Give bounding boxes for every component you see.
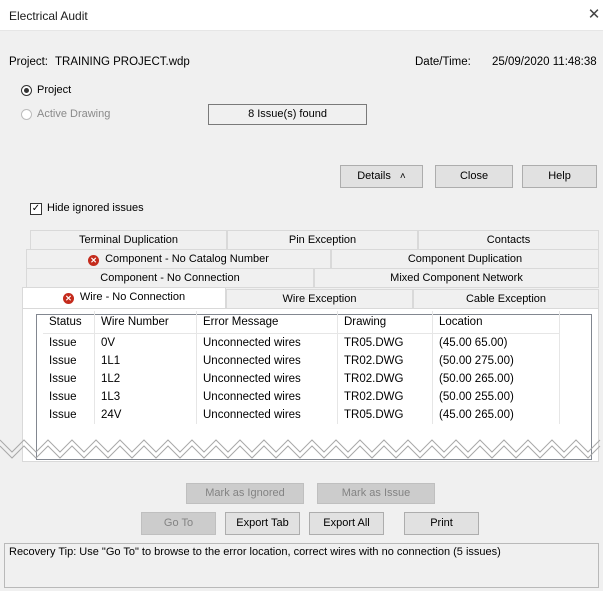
project-name: TRAINING PROJECT.wdp (55, 56, 190, 68)
tab-mixed-component-network[interactable]: Mixed Component Network (314, 268, 599, 288)
cell-wire-number: 1L1 (94, 352, 197, 370)
project-radio[interactable] (21, 85, 32, 96)
mark-as-issue-label: Mark as Issue (341, 487, 411, 499)
tab-label: Component Duplication (407, 253, 523, 265)
cell-location: (50.00 265.00) (432, 370, 560, 388)
export-tab-label: Export Tab (236, 517, 289, 529)
torn-edge-decoration (0, 439, 601, 459)
cell-location: (45.00 65.00) (432, 333, 560, 352)
print-button[interactable]: Print (404, 512, 479, 535)
tab-contacts[interactable]: Contacts (418, 230, 599, 250)
issues-found-box: 8 Issue(s) found (208, 104, 367, 125)
cell-location: (50.00 275.00) (432, 352, 560, 370)
active-drawing-radio[interactable] (21, 109, 32, 120)
cell-drawing: TR05.DWG (337, 333, 433, 352)
tab-label: Component - No Connection (100, 272, 240, 284)
column-header-status[interactable]: Status (43, 311, 95, 334)
tab-label: Component - No Catalog Number (105, 253, 269, 265)
go-to-label: Go To (163, 517, 194, 529)
column-header-drawing[interactable]: Drawing (337, 311, 433, 334)
cell-status: Issue (43, 333, 95, 352)
mark-as-ignored-button[interactable]: Mark as Ignored (186, 483, 304, 504)
tab-wire-exception[interactable]: Wire Exception (226, 289, 413, 309)
table-row[interactable]: Issue 0V Unconnected wires TR05.DWG (45.… (43, 333, 560, 352)
datetime-label: Date/Time: (415, 56, 471, 68)
cell-status: Issue (43, 352, 95, 370)
recovery-tip-box: Recovery Tip: Use "Go To" to browse to t… (4, 543, 599, 588)
cell-wire-number: 0V (94, 333, 197, 352)
close-button[interactable]: Close (435, 165, 513, 188)
export-all-button[interactable]: Export All (309, 512, 384, 535)
issues-found-text: 8 Issue(s) found (248, 108, 327, 120)
print-label: Print (430, 517, 453, 529)
error-icon: ✕ (88, 255, 100, 266)
error-icon: ✕ (62, 293, 74, 304)
mark-as-issue-button[interactable]: Mark as Issue (317, 483, 435, 504)
cell-error-message: Unconnected wires (196, 406, 338, 424)
table-row[interactable]: Issue 1L3 Unconnected wires TR02.DWG (50… (43, 388, 560, 406)
mark-as-ignored-label: Mark as Ignored (205, 487, 285, 499)
issues-table: Status Wire Number Error Message Drawing… (43, 311, 560, 424)
chevron-double-up-icon: ˄ (399, 171, 406, 182)
cell-drawing: TR02.DWG (337, 370, 433, 388)
window-title: Electrical Audit (9, 9, 88, 23)
cell-location: (50.00 255.00) (432, 388, 560, 406)
active-drawing-radio-label: Active Drawing (37, 108, 111, 120)
tab-wire-no-connection[interactable]: ✕ Wire - No Connection (22, 287, 226, 309)
tab-label: Terminal Duplication (78, 234, 179, 246)
cell-error-message: Unconnected wires (196, 333, 338, 352)
details-label: Details (357, 170, 391, 182)
cell-error-message: Unconnected wires (196, 370, 338, 388)
hide-ignored-label: Hide ignored issues (47, 202, 144, 214)
tab-component-no-catalog-number[interactable]: ✕ Component - No Catalog Number (26, 249, 331, 269)
help-button[interactable]: Help (522, 165, 597, 188)
tab-label: Mixed Component Network (390, 272, 523, 284)
export-tab-button[interactable]: Export Tab (225, 512, 300, 535)
close-label: Close (459, 170, 489, 182)
project-label: Project: (9, 56, 48, 68)
datetime-value: 25/09/2020 11:48:38 (492, 56, 597, 68)
cell-location: (45.00 265.00) (432, 406, 560, 424)
cell-status: Issue (43, 388, 95, 406)
tab-label: Contacts (486, 234, 531, 246)
tab-label: Wire - No Connection (79, 291, 186, 303)
cell-drawing: TR05.DWG (337, 406, 433, 424)
hide-ignored-checkbox[interactable]: ✓ (30, 203, 42, 215)
table-row[interactable]: Issue 1L1 Unconnected wires TR02.DWG (50… (43, 352, 560, 370)
close-icon[interactable]: ✕ (585, 5, 603, 25)
tab-pin-exception[interactable]: Pin Exception (227, 230, 418, 250)
cell-wire-number: 24V (94, 406, 197, 424)
column-header-wire-number[interactable]: Wire Number (94, 311, 197, 334)
recovery-tip-text: Recovery Tip: Use "Go To" to browse to t… (9, 546, 501, 558)
tab-label: Cable Exception (465, 293, 547, 305)
cell-wire-number: 1L3 (94, 388, 197, 406)
tab-cable-exception[interactable]: Cable Exception (413, 289, 599, 309)
export-all-label: Export All (323, 517, 370, 529)
details-button[interactable]: Details ˄ (340, 165, 423, 188)
table-row[interactable]: Issue 1L2 Unconnected wires TR02.DWG (50… (43, 370, 560, 388)
title-bar: Electrical Audit ✕ (0, 0, 603, 31)
tab-label: Wire Exception (282, 293, 357, 305)
cell-drawing: TR02.DWG (337, 352, 433, 370)
column-header-location[interactable]: Location (432, 311, 560, 334)
table-header: Status Wire Number Error Message Drawing… (43, 311, 560, 334)
cell-status: Issue (43, 406, 95, 424)
go-to-button[interactable]: Go To (141, 512, 216, 535)
cell-error-message: Unconnected wires (196, 352, 338, 370)
project-radio-label: Project (37, 84, 72, 96)
tab-component-duplication[interactable]: Component Duplication (331, 249, 599, 269)
cell-error-message: Unconnected wires (196, 388, 338, 406)
cell-drawing: TR02.DWG (337, 388, 433, 406)
tab-component-no-connection[interactable]: Component - No Connection (26, 268, 314, 288)
tab-terminal-duplication[interactable]: Terminal Duplication (30, 230, 227, 250)
help-label: Help (548, 170, 571, 182)
cell-status: Issue (43, 370, 95, 388)
cell-wire-number: 1L2 (94, 370, 197, 388)
column-header-error-message[interactable]: Error Message (196, 311, 338, 334)
tab-label: Pin Exception (288, 234, 357, 246)
table-row[interactable]: Issue 24V Unconnected wires TR05.DWG (45… (43, 406, 560, 424)
